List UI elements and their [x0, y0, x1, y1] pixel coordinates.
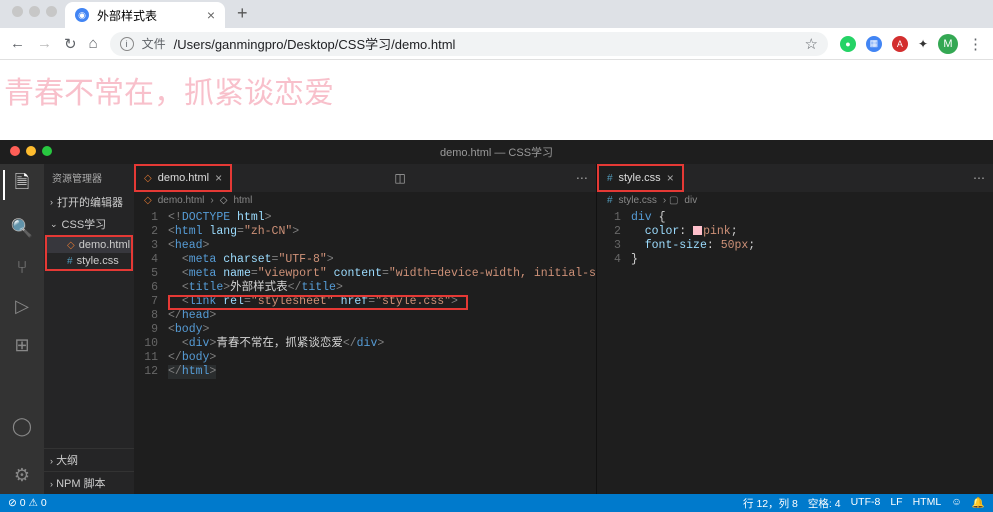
bell-icon[interactable]: 🔔 [972, 496, 985, 511]
outline-section[interactable]: › 大纲 [44, 448, 134, 471]
puzzle-icon[interactable]: ✦ [918, 37, 928, 51]
back-button[interactable]: ← [10, 35, 25, 52]
explorer-icon[interactable]: 🗎 [3, 170, 29, 200]
menu-icon[interactable]: ⋮ [968, 35, 983, 53]
code-editor[interactable]: 123456789101112 <!DOCTYPE html> <html la… [134, 209, 596, 494]
breadcrumb[interactable]: ◇demo.html › ◇ html [134, 192, 596, 209]
account-icon[interactable]: ◯ [12, 416, 32, 437]
status-spaces[interactable]: 空格: 4 [808, 496, 841, 511]
tab-style-css[interactable]: #style.css× [597, 164, 684, 192]
npm-section[interactable]: › NPM 脚本 [44, 471, 134, 494]
new-tab-button[interactable]: + [225, 3, 260, 28]
close-icon[interactable]: × [215, 171, 222, 185]
search-icon[interactable]: 🔍 [11, 218, 33, 239]
window-controls [8, 6, 65, 23]
more-icon[interactable]: ⋯ [568, 171, 596, 185]
source-control-icon[interactable]: ⑂ [17, 257, 28, 278]
settings-icon[interactable]: ⚙ [14, 465, 30, 486]
url-field[interactable]: i 文件 /Users/ganmingpro/Desktop/CSS学习/dem… [110, 32, 828, 56]
close-dot[interactable] [12, 6, 23, 17]
split-icon[interactable]: ◫ [386, 171, 413, 185]
browser-window: ◉ 外部样式表 × + ← → ↻ ⌂ i 文件 /Users/ganmingp… [0, 0, 993, 60]
highlight-link-line [168, 295, 468, 310]
editor-group: ◇demo.html× ◫ ⋯ ◇demo.html › ◇ html 1234… [134, 164, 993, 494]
status-eol[interactable]: LF [890, 496, 902, 511]
minimize-dot[interactable] [29, 6, 40, 17]
reload-button[interactable]: ↻ [64, 35, 77, 53]
info-icon[interactable]: i [120, 37, 134, 51]
vscode-window-controls [0, 140, 62, 162]
vscode-title: demo.html — CSS学习 [0, 140, 993, 164]
open-editors-section[interactable]: ›打开的编辑器 [44, 191, 134, 213]
extensions-icon[interactable]: ⊞ [14, 335, 29, 356]
whatsapp-icon[interactable]: ● [840, 36, 856, 52]
zoom-dot[interactable] [46, 6, 57, 17]
translate-icon[interactable]: ▦ [866, 36, 882, 52]
activity-bar: 🗎 🔍 ⑂ ▷ ⊞ ◯ ⚙ [0, 164, 44, 494]
zoom-dot[interactable] [42, 146, 52, 156]
editor-left: ◇demo.html× ◫ ⋯ ◇demo.html › ◇ html 1234… [134, 164, 597, 494]
status-encoding[interactable]: UTF-8 [851, 496, 881, 511]
profile-avatar[interactable]: M [938, 34, 958, 54]
vscode-window: demo.html — CSS学习 🗎 🔍 ⑂ ▷ ⊞ ◯ ⚙ 资源管理器 ›打… [0, 140, 993, 512]
project-section[interactable]: ⌄CSS学习 [44, 213, 134, 235]
status-lang[interactable]: HTML [913, 496, 942, 511]
tab-title: 外部样式表 [97, 7, 157, 24]
file-demo-html[interactable]: ◇demo.html [47, 237, 131, 253]
sidebar: 资源管理器 ›打开的编辑器 ⌄CSS学习 ◇demo.html #style.c… [44, 164, 134, 494]
url-path: /Users/ganmingpro/Desktop/CSS学习/demo.htm… [174, 34, 456, 53]
browser-tabbar: ◉ 外部样式表 × + [0, 0, 993, 28]
extensions: ● ▦ A ✦ M ⋮ [840, 34, 983, 54]
globe-icon: ◉ [75, 8, 89, 22]
forward-button[interactable]: → [37, 35, 52, 52]
close-dot[interactable] [10, 146, 20, 156]
file-style-css[interactable]: #style.css [47, 253, 131, 269]
explorer-title: 资源管理器 [44, 164, 134, 191]
code-editor[interactable]: 1234 div { color: pink; font-size: 50px;… [597, 209, 993, 494]
address-bar: ← → ↻ ⌂ i 文件 /Users/ganmingpro/Desktop/C… [0, 28, 993, 60]
url-label: 文件 [142, 35, 166, 52]
star-icon[interactable]: ☆ [804, 35, 817, 53]
page-content: 青春不常在，抓紧谈恋爱 [0, 60, 993, 140]
status-position[interactable]: 行 12，列 8 [743, 496, 798, 511]
page-text: 青春不常在，抓紧谈恋爱 [4, 68, 989, 112]
more-icon[interactable]: ⋯ [965, 171, 993, 185]
debug-icon[interactable]: ▷ [15, 296, 29, 317]
minimize-dot[interactable] [26, 146, 36, 156]
adblock-icon[interactable]: A [892, 36, 908, 52]
feedback-icon[interactable]: ☺ [951, 496, 962, 511]
close-icon[interactable]: × [667, 171, 674, 185]
home-button[interactable]: ⌂ [89, 35, 98, 52]
editor-right: #style.css× ⋯ #style.css › ▢ div 1234 di… [597, 164, 993, 494]
close-icon[interactable]: × [207, 7, 215, 23]
status-bar: ⊘ 0 ⚠ 0 行 12，列 8 空格: 4 UTF-8 LF HTML ☺ 🔔 [0, 494, 993, 512]
breadcrumb[interactable]: #style.css › ▢ div [597, 192, 993, 209]
status-errors[interactable]: ⊘ 0 ⚠ 0 [8, 497, 47, 509]
tab-demo-html[interactable]: ◇demo.html× [134, 164, 232, 192]
browser-tab[interactable]: ◉ 外部样式表 × [65, 2, 225, 28]
